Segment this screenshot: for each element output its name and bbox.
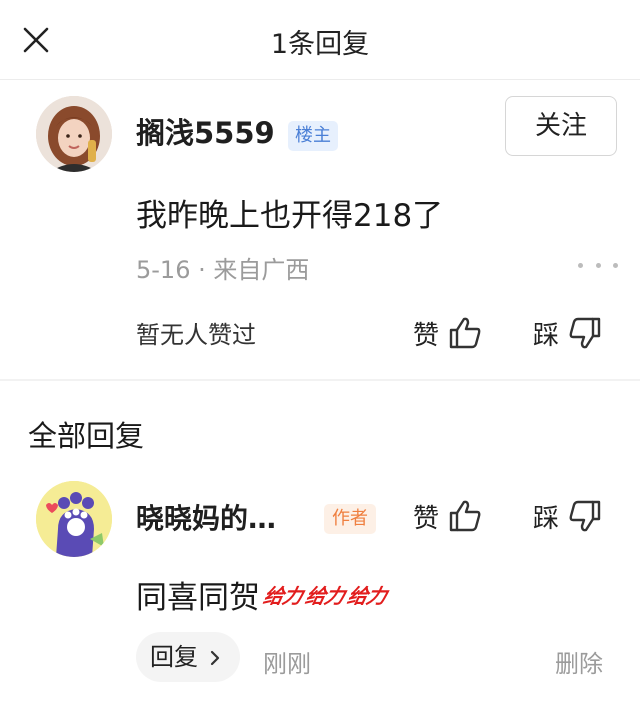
more-icon-dot [595, 262, 601, 268]
reply-like-button[interactable]: 赞 [413, 494, 483, 538]
more-icon-dot [613, 262, 618, 268]
follow-button[interactable]: 关注 [505, 96, 617, 156]
geili-sticker: 给力 [261, 584, 305, 608]
post-meta: 5-16 · 来自广西 [136, 256, 310, 284]
reply-button-label: 回复 [150, 643, 198, 671]
geili-sticker: 给力 [345, 584, 389, 608]
thumbs-down-icon [569, 500, 601, 532]
reply-time: 刚刚 [263, 650, 311, 678]
post-like-button[interactable]: 赞 [413, 311, 483, 355]
reply-button[interactable]: 回复 [136, 632, 240, 682]
delete-button[interactable]: 删除 [555, 644, 603, 679]
author-badge: 作者 [324, 504, 376, 534]
thumbs-up-icon [449, 500, 481, 532]
all-replies-title: 全部回复 [28, 419, 145, 453]
post-author-name[interactable]: 搁浅5559 [136, 110, 275, 152]
post-content: 我昨晚上也开得218了 [136, 198, 444, 234]
section-divider [0, 379, 640, 381]
geili-sticker: 给力 [303, 584, 347, 608]
like-label: 赞 [413, 320, 440, 351]
dislike-label: 踩 [533, 503, 560, 534]
more-button[interactable] [578, 258, 618, 272]
header-bar: 1条回复 [0, 0, 640, 80]
chevron-right-icon [210, 650, 219, 666]
reply-text: 同喜同贺 [136, 580, 260, 616]
post-author-avatar[interactable] [36, 96, 112, 172]
more-icon [578, 262, 583, 268]
page-title: 1条回复 [270, 29, 370, 60]
dislike-label: 踩 [533, 320, 560, 351]
thumbs-up-icon [449, 317, 481, 349]
post-dislike-button[interactable]: 踩 [533, 311, 603, 355]
reply-content: 同喜同贺 给力 给力 给力 [136, 572, 389, 617]
like-label: 赞 [413, 503, 440, 534]
reply-author-name[interactable]: 晓晓妈的… [136, 497, 276, 537]
thumbs-down-icon [569, 317, 601, 349]
owner-badge: 楼主 [288, 121, 338, 151]
reply-author-avatar[interactable] [36, 481, 112, 557]
reply-dislike-button[interactable]: 踩 [533, 494, 603, 538]
no-likes-text: 暂无人赞过 [136, 321, 256, 349]
